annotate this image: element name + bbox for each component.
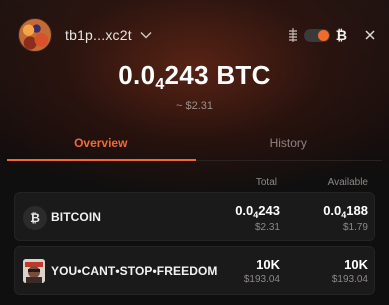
toggle-knob [317, 29, 329, 41]
header: tb1p...xc2t ₿ [18, 18, 375, 52]
asset-row-freedom[interactable]: YOU•CANT•STOP•FREEDOM 10K $193.04 10K $1… [14, 246, 375, 295]
available-suffix: 188 [346, 203, 368, 218]
bitcoin-icon: ₿ [335, 27, 347, 43]
available-prefix: 0.0 [323, 203, 342, 218]
tab-bar: Overview History [7, 125, 382, 161]
total-amount: 0.04243 [235, 203, 280, 220]
column-header-available: Available [327, 177, 368, 188]
close-icon[interactable] [365, 30, 375, 40]
bitcoin-icon: ₿ [23, 206, 47, 230]
asset-available: 10K $193.04 [332, 257, 368, 285]
asset-name: YOU•CANT•STOP•FREEDOM [51, 264, 218, 278]
total-prefix: 0.0 [235, 203, 254, 218]
wallet-app: tb1p...xc2t ₿ 0.04243 BTC ~ $2.31 Overvi… [0, 0, 389, 305]
total-suffix: 243 [258, 203, 280, 218]
total-amount: 10K [244, 257, 280, 272]
freedom-token-icon [23, 259, 45, 283]
balance-suffix: 243 BTC [164, 60, 271, 90]
account-avatar[interactable] [18, 18, 52, 52]
total-usd: $2.31 [254, 222, 280, 233]
currency-toggle[interactable] [303, 28, 330, 42]
asset-name: BITCOIN [51, 210, 102, 224]
account-address: tb1p...xc2t [65, 27, 132, 43]
account-selector[interactable]: tb1p...xc2t [65, 27, 152, 43]
tab-overview[interactable]: Overview [7, 125, 195, 161]
column-header-total: Total [255, 177, 277, 188]
available-usd: $193.04 [331, 274, 368, 285]
tab-history[interactable]: History [195, 125, 383, 161]
balance-usd: ~ $2.31 [175, 100, 213, 112]
available-amount: 0.04188 [323, 203, 368, 220]
asset-total: 0.04243 $2.31 [235, 203, 280, 233]
network-stack-icon[interactable] [288, 28, 298, 42]
active-tab-indicator [7, 159, 196, 161]
chevron-down-icon [140, 32, 152, 39]
available-usd: $1.79 [342, 222, 368, 233]
balance-amount: 0.04243 BTC [118, 60, 271, 93]
total-usd: $193.04 [243, 274, 280, 285]
asset-total: 10K $193.04 [244, 257, 280, 285]
header-controls: ₿ [288, 27, 375, 43]
asset-row-bitcoin[interactable]: ₿ BITCOIN 0.04243 $2.31 0.04188 $1.79 [14, 192, 375, 241]
asset-available: 0.04188 $1.79 [323, 203, 368, 233]
available-prefix: 10K [344, 257, 368, 272]
balance-display: 0.04243 BTC [0, 60, 389, 94]
freedom-token-image [23, 259, 45, 283]
total-prefix: 10K [256, 257, 280, 272]
balance-prefix: 0.0 [118, 60, 156, 90]
available-amount: 10K [332, 257, 368, 272]
balance-zero-count: 4 [155, 76, 165, 93]
